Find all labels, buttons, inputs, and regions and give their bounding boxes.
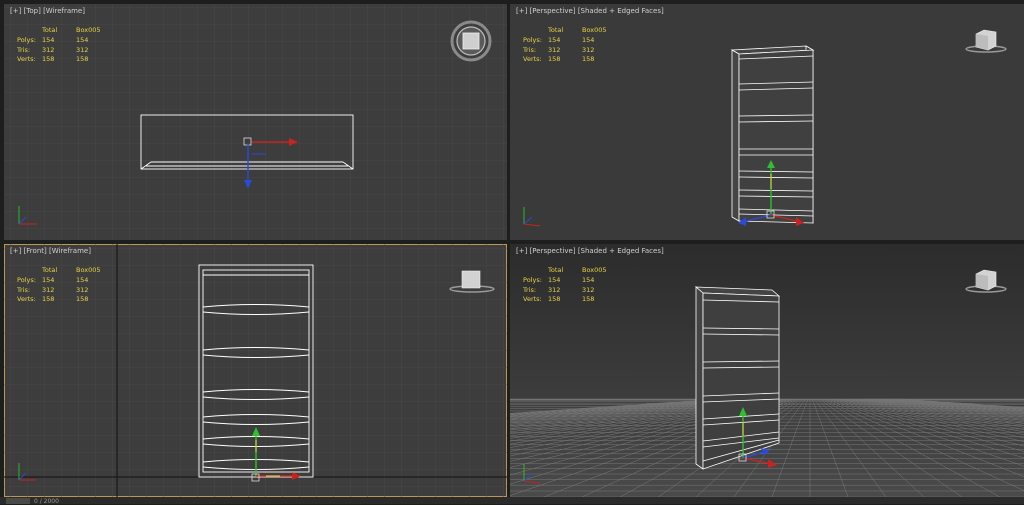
stats-label: Tris:	[17, 285, 31, 294]
world-axis-tripod	[523, 207, 541, 227]
stats-header-object: Box005	[582, 26, 607, 34]
stats-total: 158	[42, 295, 55, 304]
viewport-label[interactable]: [+] [Perspective] [Shaded + Edged Faces]	[516, 7, 664, 15]
statistics-overlay: Total Box005 Polys: 154 154 Tris: 312 312 Ver…	[17, 266, 110, 305]
stats-total: 312	[42, 45, 55, 54]
stats-object: 312	[582, 285, 595, 294]
stats-object: 158	[76, 55, 89, 64]
statistics-overlay: Total Box005 Polys: 154 154 Tris: 312 312 Ver…	[17, 26, 110, 65]
stats-label: Polys:	[17, 35, 36, 44]
statistics-overlay: Total Box005 Polys: 154 154 Tris: 312 312 Ver…	[523, 26, 616, 65]
stats-object: 154	[582, 35, 595, 44]
viewport-shading-mode[interactable]: [Wireframe]	[43, 7, 85, 15]
stats-object: 154	[76, 275, 89, 284]
viewport-label[interactable]: [+] [Top] [Wireframe]	[10, 7, 85, 15]
viewport-shading-mode[interactable]: [Shaded + Edged Faces]	[578, 7, 664, 15]
stats-object: 312	[76, 45, 89, 54]
viewport-perspective-top[interactable]: [+] [Perspective] [Shaded + Edged Faces]…	[510, 4, 1024, 240]
viewport-view-name[interactable]: [Perspective]	[530, 7, 576, 15]
viewport-shading-mode[interactable]: [Wireframe]	[49, 247, 91, 255]
viewport-top[interactable]: [+] [Top] [Wireframe] Total Box005 Polys:…	[4, 4, 507, 240]
stats-header-total: Total	[548, 26, 564, 34]
viewport-menu-plus[interactable]: [+]	[10, 7, 21, 15]
stats-total: 154	[42, 275, 55, 284]
bookshelf-shaded[interactable]	[730, 45, 815, 224]
statistics-overlay: Total Box005 Polys: 154 154 Tris: 312 312 Ver…	[523, 266, 616, 305]
viewport-view-name[interactable]: [Front]	[24, 247, 47, 255]
stats-header-object: Box005	[76, 266, 101, 274]
stats-object: 154	[582, 275, 595, 284]
viewport-front[interactable]: [+] [Front] [Wireframe] Total Box005 Poly…	[4, 244, 507, 497]
stats-label: Tris:	[17, 45, 31, 54]
viewport-view-name[interactable]: [Perspective]	[530, 247, 576, 255]
viewport-menu-plus[interactable]: [+]	[516, 247, 527, 255]
stats-total: 154	[548, 275, 561, 284]
bookshelf-shaded[interactable]	[694, 286, 781, 470]
stats-object: 158	[76, 295, 89, 304]
stats-object: 158	[582, 55, 595, 64]
stats-total: 312	[42, 285, 55, 294]
viewport-perspective-bottom[interactable]: [+] [Perspective] [Shaded + Edged Faces]…	[510, 244, 1024, 497]
viewcube-icon[interactable]	[964, 26, 1008, 56]
stats-object: 158	[582, 295, 595, 304]
stats-label: Tris:	[523, 45, 537, 54]
viewport-menu-plus[interactable]: [+]	[10, 247, 21, 255]
time-slider-bar[interactable]	[0, 497, 1024, 504]
stats-total: 312	[548, 285, 561, 294]
stats-label: Tris:	[523, 285, 537, 294]
stats-header-blank	[523, 266, 548, 276]
stats-header-blank	[17, 26, 42, 36]
stats-total: 158	[548, 295, 561, 304]
viewport-label[interactable]: [+] [Perspective] [Shaded + Edged Faces]	[516, 247, 664, 255]
stats-total: 158	[548, 55, 561, 64]
viewcube-icon[interactable]	[448, 266, 496, 296]
viewport-view-name[interactable]: [Top]	[24, 7, 41, 15]
time-slider-handle[interactable]	[6, 498, 30, 504]
stats-header-total: Total	[548, 266, 564, 274]
viewport-shading-mode[interactable]: [Shaded + Edged Faces]	[578, 247, 664, 255]
viewcube-icon[interactable]	[964, 266, 1008, 296]
stats-label: Verts:	[523, 295, 542, 304]
viewcube-icon[interactable]	[450, 20, 492, 62]
stats-object: 312	[582, 45, 595, 54]
stats-header-total: Total	[42, 26, 58, 34]
stats-total: 154	[42, 35, 55, 44]
stats-header-total: Total	[42, 266, 58, 274]
stats-label: Verts:	[17, 295, 36, 304]
stats-total: 154	[548, 35, 561, 44]
viewport-menu-plus[interactable]: [+]	[516, 7, 527, 15]
stats-label: Polys:	[523, 275, 542, 284]
stats-header-blank	[523, 26, 548, 36]
viewport-label[interactable]: [+] [Front] [Wireframe]	[10, 247, 91, 255]
stats-label: Verts:	[523, 55, 542, 64]
stats-object: 154	[76, 35, 89, 44]
stats-total: 312	[548, 45, 561, 54]
stats-object: 312	[76, 285, 89, 294]
stats-header-object: Box005	[76, 26, 101, 34]
stats-header-object: Box005	[582, 266, 607, 274]
stats-label: Polys:	[523, 35, 542, 44]
stats-header-blank	[17, 266, 42, 276]
stats-label: Verts:	[17, 55, 36, 64]
stats-total: 158	[42, 55, 55, 64]
stats-label: Polys:	[17, 275, 36, 284]
